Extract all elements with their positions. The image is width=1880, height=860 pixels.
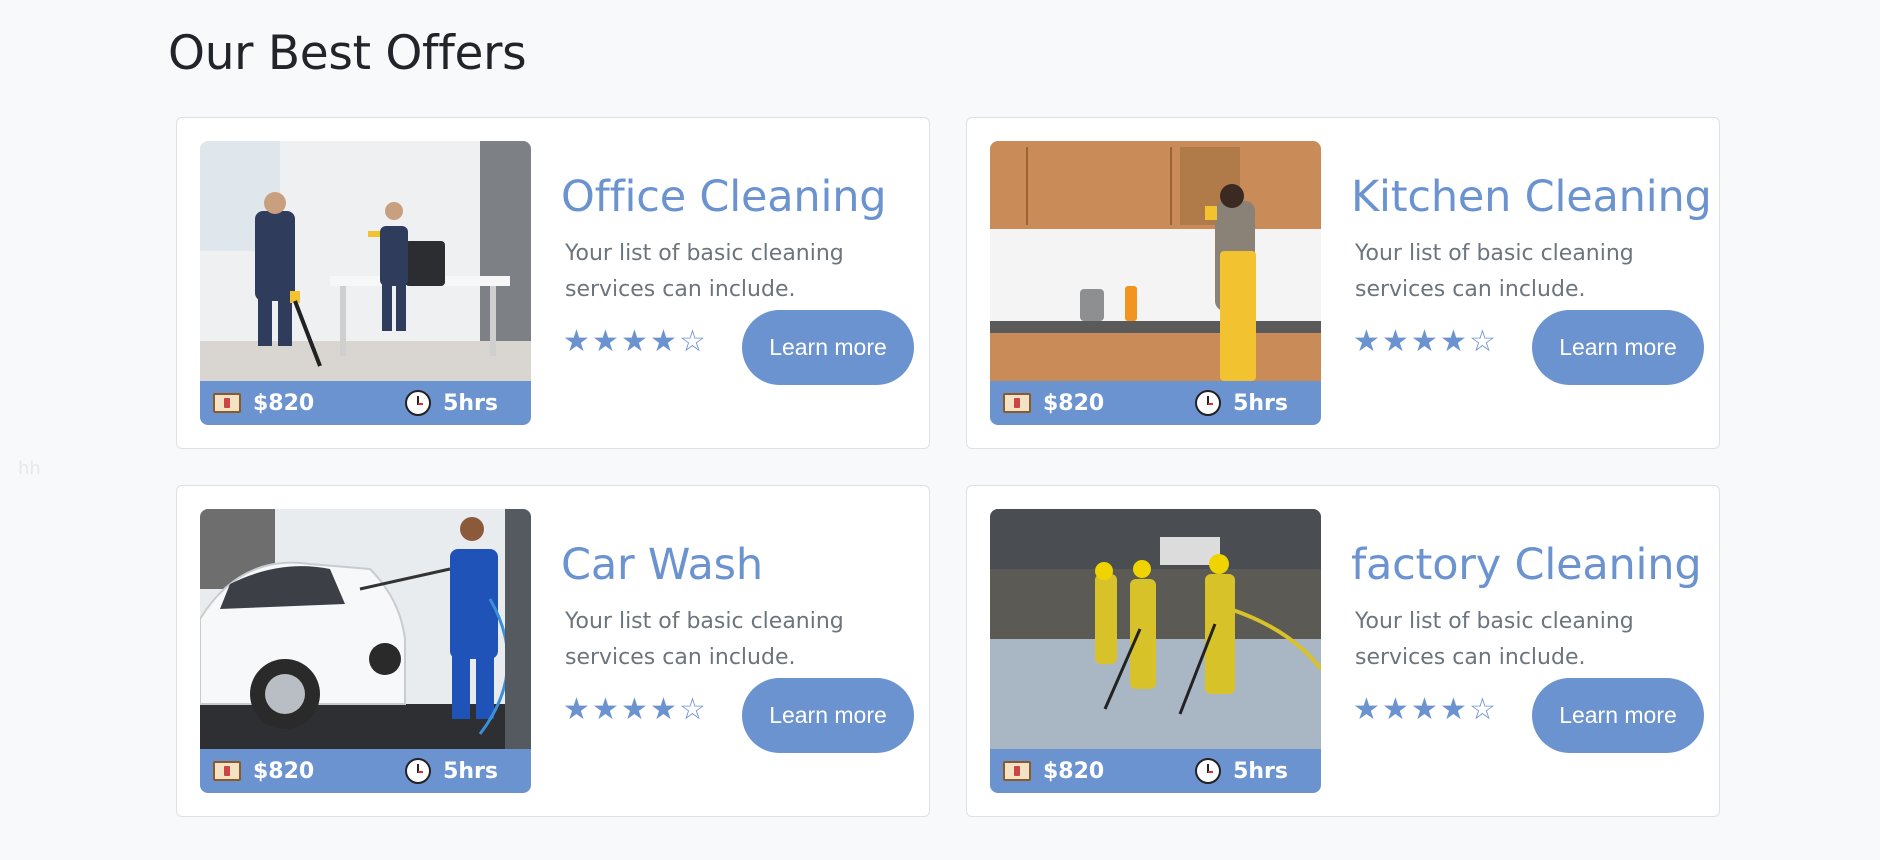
kitchen-cleaning-photo xyxy=(990,141,1321,381)
clock-icon xyxy=(1195,390,1222,416)
duration-info: 5hrs xyxy=(1195,390,1288,416)
star-icon: ★ xyxy=(1411,324,1438,359)
star-icon: ★ xyxy=(563,692,590,727)
duration-info: 5hrs xyxy=(405,758,498,784)
price-value: $820 xyxy=(253,758,315,784)
offer-media: $820 5hrs xyxy=(200,509,531,793)
offer-card: $820 5hrs Office Cleaning Your list of b… xyxy=(176,117,930,449)
duration-value: 5hrs xyxy=(1233,390,1288,416)
star-outline-icon: ☆ xyxy=(1469,692,1496,727)
star-icon: ★ xyxy=(1382,692,1409,727)
learn-more-button[interactable]: Learn more xyxy=(742,678,914,753)
star-icon: ★ xyxy=(1382,324,1409,359)
price-value: $820 xyxy=(1043,390,1105,416)
offer-description: Your list of basic cleaning services can… xyxy=(565,609,844,670)
duration-info: 5hrs xyxy=(405,390,498,416)
star-icon: ★ xyxy=(621,324,648,359)
learn-more-button[interactable]: Learn more xyxy=(742,310,914,385)
money-icon xyxy=(213,393,241,413)
star-icon: ★ xyxy=(1440,692,1467,727)
duration-value: 5hrs xyxy=(1233,758,1288,784)
offer-meta-bar: $820 5hrs xyxy=(200,381,531,425)
offer-description: Your list of basic cleaning services can… xyxy=(1355,609,1634,670)
offer-media: $820 5hrs xyxy=(990,141,1321,425)
offer-description: Your list of basic cleaning services can… xyxy=(1355,241,1634,302)
learn-more-button[interactable]: Learn more xyxy=(1532,310,1704,385)
rating-stars: ★ ★ ★ ★ ☆ xyxy=(562,695,707,725)
duration-info: 5hrs xyxy=(1195,758,1288,784)
offer-description: Your list of basic cleaning services can… xyxy=(565,241,844,302)
star-icon: ★ xyxy=(650,692,677,727)
stray-text: hh xyxy=(18,458,41,479)
clock-icon xyxy=(1195,758,1222,784)
price-info: $820 xyxy=(213,391,314,416)
star-icon: ★ xyxy=(1353,692,1380,727)
star-icon: ★ xyxy=(621,692,648,727)
offer-media: $820 5hrs xyxy=(990,509,1321,793)
price-info: $820 xyxy=(1003,391,1104,416)
money-icon xyxy=(213,761,241,781)
offer-card: $820 5hrs Car Wash Your list of basic cl… xyxy=(176,485,930,817)
star-icon: ★ xyxy=(563,324,590,359)
offer-title[interactable]: factory Cleaning xyxy=(1351,540,1702,590)
offers-grid: $820 5hrs Office Cleaning Your list of b… xyxy=(176,117,1720,817)
duration-value: 5hrs xyxy=(443,390,498,416)
star-icon: ★ xyxy=(592,324,619,359)
factory-cleaning-photo xyxy=(990,509,1321,749)
price-value: $820 xyxy=(1043,758,1105,784)
office-cleaning-photo xyxy=(200,141,531,381)
rating-stars: ★ ★ ★ ★ ☆ xyxy=(1352,695,1497,725)
money-icon xyxy=(1003,393,1031,413)
star-outline-icon: ☆ xyxy=(1469,324,1496,359)
offer-card: $820 5hrs factory Cleaning Your list of … xyxy=(966,485,1720,817)
price-value: $820 xyxy=(253,390,315,416)
star-outline-icon: ☆ xyxy=(679,324,706,359)
star-icon: ★ xyxy=(650,324,677,359)
offer-title[interactable]: Car Wash xyxy=(561,540,763,590)
money-icon xyxy=(1003,761,1031,781)
price-info: $820 xyxy=(213,759,314,784)
offer-title[interactable]: Office Cleaning xyxy=(561,172,887,222)
clock-icon xyxy=(405,758,432,784)
duration-value: 5hrs xyxy=(443,758,498,784)
offer-title[interactable]: Kitchen Cleaning xyxy=(1351,172,1712,222)
offer-meta-bar: $820 5hrs xyxy=(200,749,531,793)
offer-meta-bar: $820 5hrs xyxy=(990,749,1321,793)
clock-icon xyxy=(405,390,432,416)
rating-stars: ★ ★ ★ ★ ☆ xyxy=(562,327,707,357)
car-wash-photo xyxy=(200,509,531,749)
rating-stars: ★ ★ ★ ★ ☆ xyxy=(1352,327,1497,357)
star-outline-icon: ☆ xyxy=(679,692,706,727)
learn-more-button[interactable]: Learn more xyxy=(1532,678,1704,753)
offer-meta-bar: $820 5hrs xyxy=(990,381,1321,425)
offer-card: $820 5hrs Kitchen Cleaning Your list of … xyxy=(966,117,1720,449)
star-icon: ★ xyxy=(1411,692,1438,727)
star-icon: ★ xyxy=(1353,324,1380,359)
star-icon: ★ xyxy=(592,692,619,727)
price-info: $820 xyxy=(1003,759,1104,784)
star-icon: ★ xyxy=(1440,324,1467,359)
section-title: Our Best Offers xyxy=(168,26,527,81)
offer-media: $820 5hrs xyxy=(200,141,531,425)
